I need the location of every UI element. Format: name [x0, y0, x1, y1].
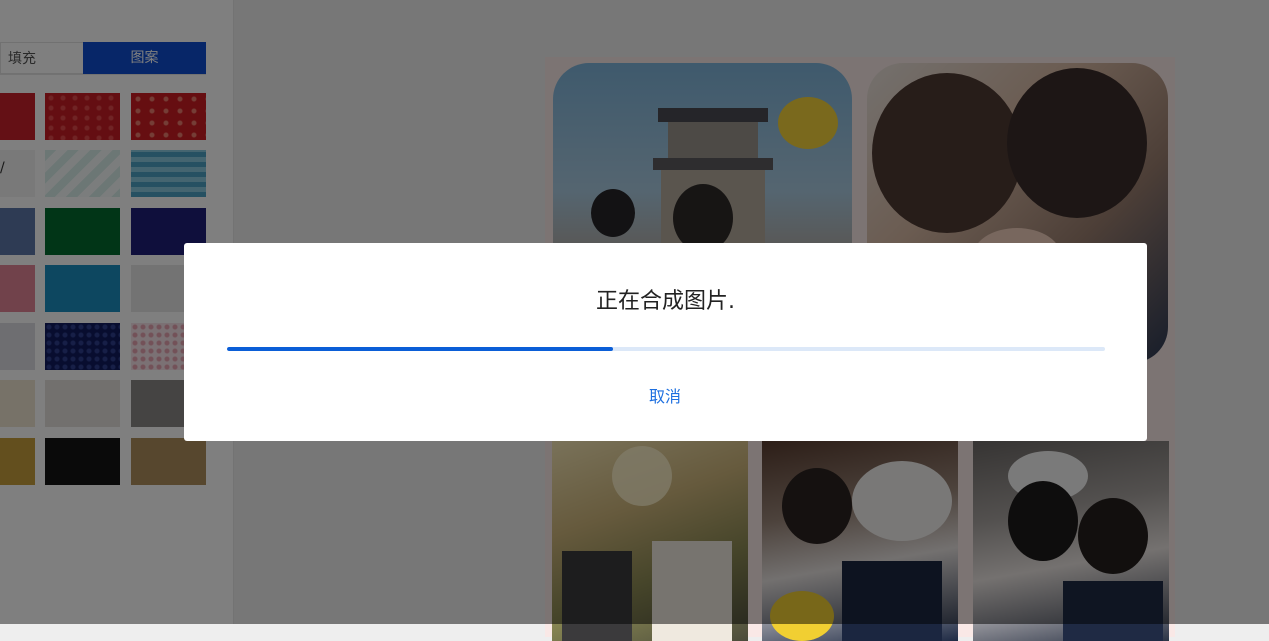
- progress-bar-fill: [227, 347, 614, 351]
- cancel-button[interactable]: 取消: [615, 383, 715, 407]
- progress-dialog: 正在合成图片. 取消: [184, 243, 1147, 441]
- dialog-title: 正在合成图片.: [596, 289, 735, 314]
- progress-bar: [227, 347, 1105, 351]
